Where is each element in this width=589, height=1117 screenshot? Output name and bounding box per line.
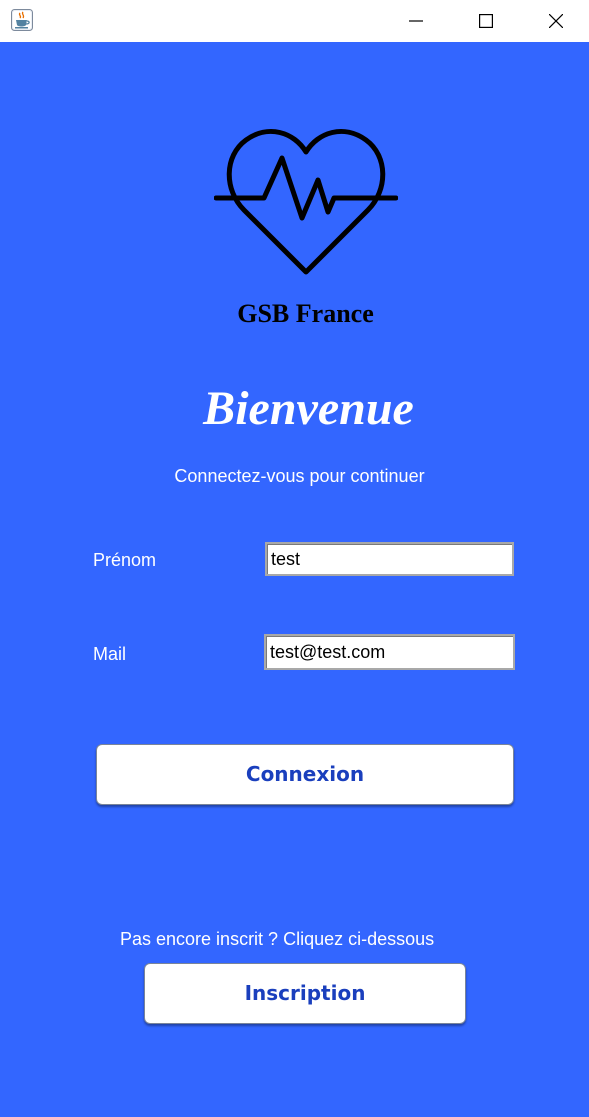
- maximize-icon: [479, 14, 493, 28]
- login-panel: GSB France Bienvenue Connectez-vous pour…: [0, 42, 589, 1117]
- maximize-button[interactable]: [463, 0, 509, 42]
- welcome-title: Bienvenue: [203, 382, 414, 435]
- close-icon: [549, 14, 563, 28]
- prenom-input[interactable]: [265, 542, 514, 576]
- close-button[interactable]: [533, 0, 579, 42]
- prenom-label: Prénom: [93, 550, 157, 570]
- heart-pulse-icon: [213, 122, 399, 278]
- mail-input[interactable]: [264, 634, 515, 670]
- welcome-subtitle: Connectez-vous pour continuer: [174, 466, 425, 486]
- java-cup-icon[interactable]: [11, 9, 33, 31]
- signup-hint: Pas encore inscrit ? Cliquez ci-dessous: [120, 929, 435, 949]
- mail-label: Mail: [93, 644, 127, 664]
- window-titlebar: [0, 0, 589, 42]
- minimize-button[interactable]: [393, 0, 439, 42]
- brand-name: GSB France: [237, 299, 374, 328]
- minimize-icon: [409, 20, 423, 22]
- inscription-button[interactable]: Inscription: [144, 963, 466, 1024]
- connexion-button[interactable]: Connexion: [96, 744, 514, 805]
